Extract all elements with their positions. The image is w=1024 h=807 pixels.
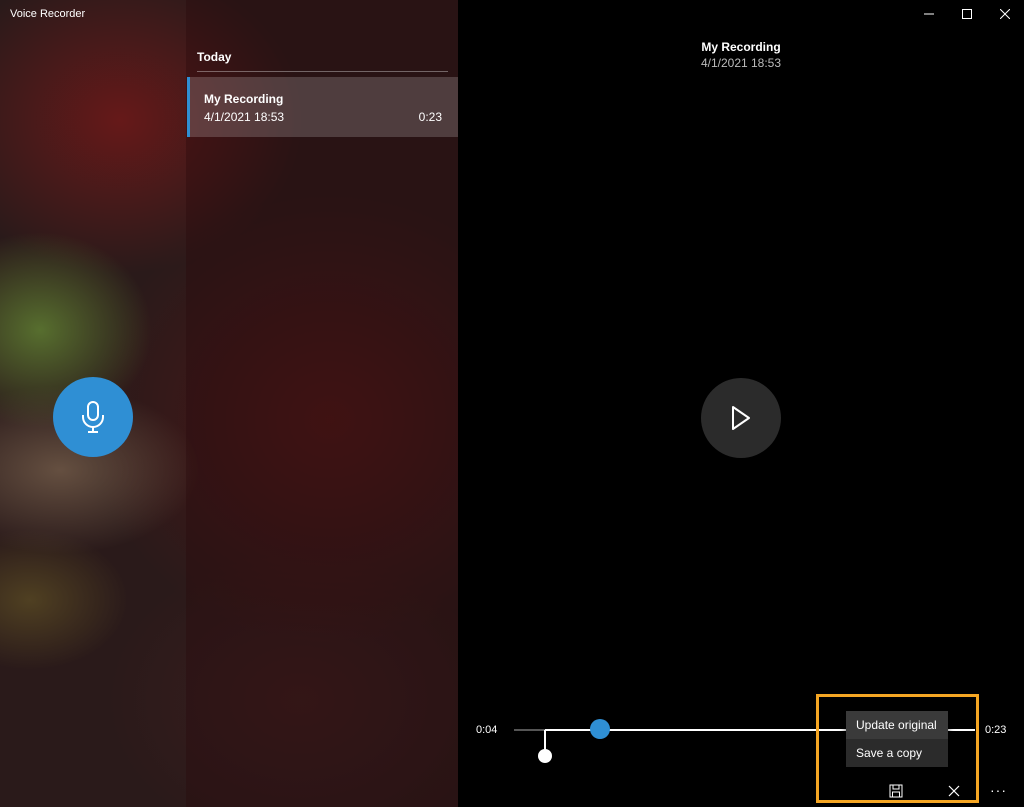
app-title: Voice Recorder xyxy=(10,8,86,20)
maximize-button[interactable] xyxy=(948,0,986,28)
minimize-icon xyxy=(924,13,934,15)
maximize-icon xyxy=(962,9,972,19)
trim-start-time: 0:04 xyxy=(476,724,498,736)
cancel-button[interactable] xyxy=(934,777,974,805)
close-icon xyxy=(948,785,960,797)
menu-item-save-copy[interactable]: Save a copy xyxy=(846,739,948,767)
recording-date: 4/1/2021 18:53 xyxy=(700,56,782,70)
close-button[interactable] xyxy=(986,0,1024,28)
list-item-duration: 0:23 xyxy=(418,110,442,124)
save-button[interactable] xyxy=(876,777,916,805)
minimize-button[interactable] xyxy=(910,0,948,28)
playhead-thumb[interactable] xyxy=(590,719,610,739)
trim-end-time: 0:23 xyxy=(985,724,1007,736)
record-button[interactable] xyxy=(53,377,133,457)
trim-start-handle[interactable] xyxy=(538,749,552,763)
save-icon xyxy=(889,784,903,798)
recording-title: My Recording xyxy=(701,40,781,54)
more-button[interactable]: ··· xyxy=(990,782,1018,802)
group-divider xyxy=(197,71,448,72)
play-icon xyxy=(732,406,750,430)
menu-item-update-original[interactable]: Update original xyxy=(846,711,948,739)
window-close-icon xyxy=(1000,9,1010,19)
microphone-icon xyxy=(82,401,104,433)
list-item-title: My Recording xyxy=(204,92,284,106)
recordings-list: Today My Recording 4/1/2021 18:53 0:23 xyxy=(187,0,458,807)
list-item[interactable]: My Recording 4/1/2021 18:53 0:23 xyxy=(187,77,458,137)
group-header: Today xyxy=(197,50,232,64)
more-icon: ··· xyxy=(990,782,1007,798)
window-controls xyxy=(910,0,1024,28)
play-button[interactable] xyxy=(701,378,781,458)
save-menu: Update original Save a copy xyxy=(846,711,948,767)
list-item-date: 4/1/2021 18:53 xyxy=(204,110,285,124)
